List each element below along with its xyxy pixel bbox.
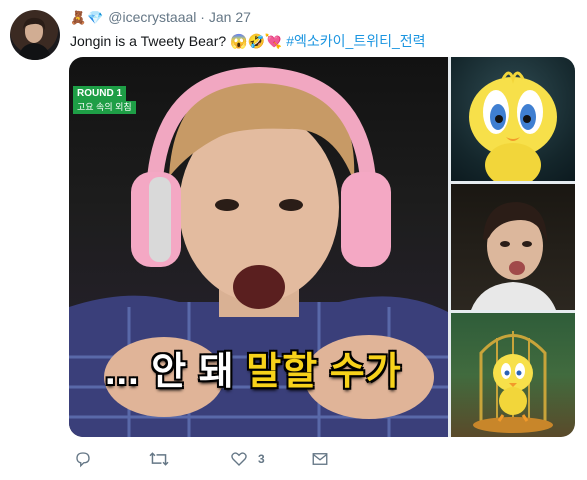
reaction-emojis: 😱🤣💘 — [230, 33, 283, 49]
tweet-date[interactable]: Jan 27 — [209, 9, 251, 25]
media-grid: ROUND 1 고요 속의 외침 ... 안 돼 말할 수가 — [69, 57, 575, 437]
round-subtitle: 고요 속의 외침 — [73, 101, 136, 114]
tweet-header: 🧸💎 @icecrystaaal · Jan 27 — [70, 9, 251, 26]
media-photo-tweety-cage[interactable] — [451, 313, 575, 437]
avatar-image — [18, 17, 52, 60]
round-badge: ROUND 1 — [73, 86, 127, 102]
like-count: 3 — [258, 452, 265, 466]
tweet-actions: 3 — [70, 448, 570, 472]
heart-icon — [230, 450, 248, 468]
mail-icon — [311, 450, 329, 468]
user-handle[interactable]: @icecrystaaal — [108, 9, 196, 25]
retweet-button[interactable] — [148, 448, 170, 470]
subtitle-white: ... 안 돼 — [105, 351, 247, 393]
media-photo-person[interactable] — [451, 184, 575, 310]
like-button[interactable]: 3 — [230, 448, 265, 470]
hashtag-link[interactable]: #엑소카이_트위티_전력 — [286, 33, 425, 49]
tweety-cartoon — [469, 71, 557, 181]
gem-icon: 💎 — [87, 10, 104, 25]
avatar[interactable] — [10, 10, 60, 60]
subtitle-yellow: 말할 수가 — [246, 351, 402, 393]
tweet-text: Jongin is a Tweety Bear? 😱🤣💘 #엑소카이_트위티_전… — [70, 31, 426, 51]
video-subtitle: ... 안 돼 말할 수가 — [105, 340, 402, 395]
reply-icon — [74, 450, 92, 468]
retweet-icon — [148, 450, 170, 468]
tweet-body: Jongin is a Tweety Bear? — [70, 33, 227, 49]
tweety-cage-cartoon — [473, 331, 553, 433]
reply-button[interactable] — [74, 448, 92, 470]
media-photo-main[interactable]: ROUND 1 고요 속의 외침 ... 안 돼 말할 수가 — [69, 57, 448, 437]
separator-dot: · — [200, 9, 205, 25]
teddy-bear-icon: 🧸 — [70, 10, 87, 25]
direct-message-button[interactable] — [311, 448, 329, 470]
media-photo-tweety-1[interactable] — [451, 57, 575, 181]
person-photo — [471, 202, 556, 310]
